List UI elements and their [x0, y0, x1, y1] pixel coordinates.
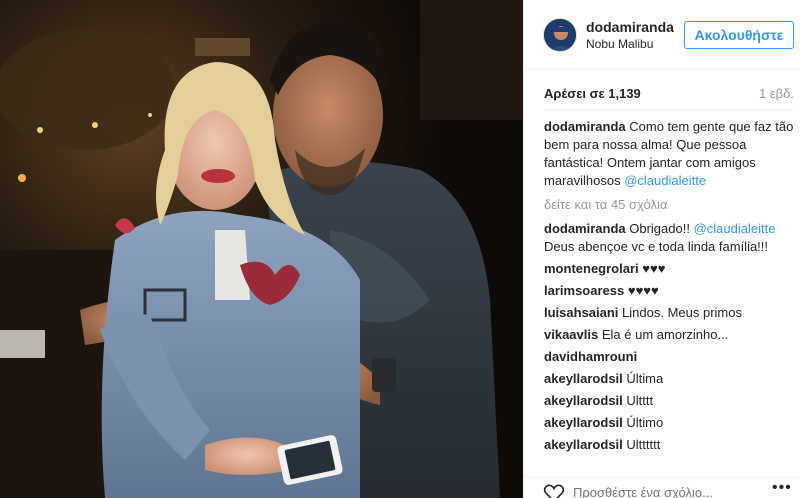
- load-more-comments-link[interactable]: δείτε και τα 45 σχόλια: [544, 196, 796, 214]
- divider: [544, 110, 794, 111]
- comment-username[interactable]: akeyllarodsil: [544, 393, 623, 408]
- comment-text: Obrigado!!: [629, 221, 690, 236]
- avatar-image: [544, 19, 576, 51]
- add-comment-input[interactable]: [573, 483, 743, 498]
- comment-text: ♥♥♥♥: [627, 283, 659, 298]
- more-horizontal-icon[interactable]: •••: [772, 479, 792, 497]
- likes-count[interactable]: Αρέσει σε 1,139: [544, 86, 641, 101]
- comment-mention[interactable]: @claudialeitte: [694, 221, 776, 236]
- follow-button[interactable]: Ακολουθήστε: [684, 21, 794, 49]
- post-location[interactable]: Nobu Malibu: [586, 37, 653, 51]
- comment-item: larimsoaress ♥♥♥♥: [544, 282, 796, 300]
- comment-item: montenegrolari ♥♥♥: [544, 260, 796, 278]
- comment-item: luisahsaiani Lindos. Meus primos: [544, 304, 796, 322]
- comment-username[interactable]: akeyllarodsil: [544, 371, 623, 386]
- comment-text: Ela é um amorzinho...: [601, 327, 729, 342]
- comment-item: dodamiranda Obrigado!! @claudialeitte De…: [544, 220, 796, 256]
- comment-item: akeyllarodsil Última: [544, 370, 796, 388]
- comment-item: akeyllarodsil Último: [544, 414, 796, 432]
- avatar[interactable]: [543, 18, 577, 52]
- comment-text: ♥♥♥: [642, 261, 666, 276]
- comment-item: akeyllarodsil Ultttt: [544, 392, 796, 410]
- post-photo[interactable]: [0, 0, 523, 498]
- comment-username[interactable]: larimsoaress: [544, 283, 624, 298]
- comment-item: davidhamrouni: [544, 348, 796, 366]
- comments-list[interactable]: dodamiranda Como tem gente que faz tão b…: [544, 118, 796, 468]
- post-side-panel: dodamiranda Nobu Malibu Ακολουθήστε Αρέσ…: [523, 0, 800, 498]
- caption-username[interactable]: dodamiranda: [544, 119, 626, 134]
- comment-text: Deus abençoe vc e toda linda família!!!: [544, 239, 769, 254]
- comment-username[interactable]: akeyllarodsil: [544, 415, 623, 430]
- comment-username[interactable]: davidhamrouni: [544, 349, 637, 364]
- comment-text: Lindos. Meus primos: [622, 305, 742, 320]
- photo-illustration: [0, 0, 523, 498]
- comment-username[interactable]: akeyllarodsil: [544, 437, 623, 452]
- comment-username[interactable]: vikaavlis: [544, 327, 598, 342]
- likes-row: Αρέσει σε 1,139 1 εβδ.: [544, 86, 794, 104]
- caption-mention[interactable]: @claudialeitte: [624, 173, 706, 188]
- comment-text: Ultttt: [626, 393, 654, 408]
- comment-username[interactable]: dodamiranda: [544, 221, 626, 236]
- comment-item: vikaavlis Ela é um amorzinho...: [544, 326, 796, 344]
- heart-outline-icon[interactable]: [543, 483, 565, 498]
- comment-text: Ultttttt: [626, 437, 661, 452]
- comment-username[interactable]: luisahsaiani: [544, 305, 618, 320]
- add-comment-bar: •••: [524, 476, 800, 498]
- post-username[interactable]: dodamiranda: [586, 19, 674, 35]
- post-time[interactable]: 1 εβδ.: [759, 86, 794, 101]
- caption: dodamiranda Como tem gente que faz tão b…: [544, 118, 796, 190]
- comment-item: akeyllarodsil Ultttttt: [544, 436, 796, 454]
- comment-username[interactable]: montenegrolari: [544, 261, 639, 276]
- post-header: dodamiranda Nobu Malibu Ακολουθήστε: [524, 0, 800, 70]
- comment-text: Último: [626, 415, 664, 430]
- comment-text: Última: [626, 371, 664, 386]
